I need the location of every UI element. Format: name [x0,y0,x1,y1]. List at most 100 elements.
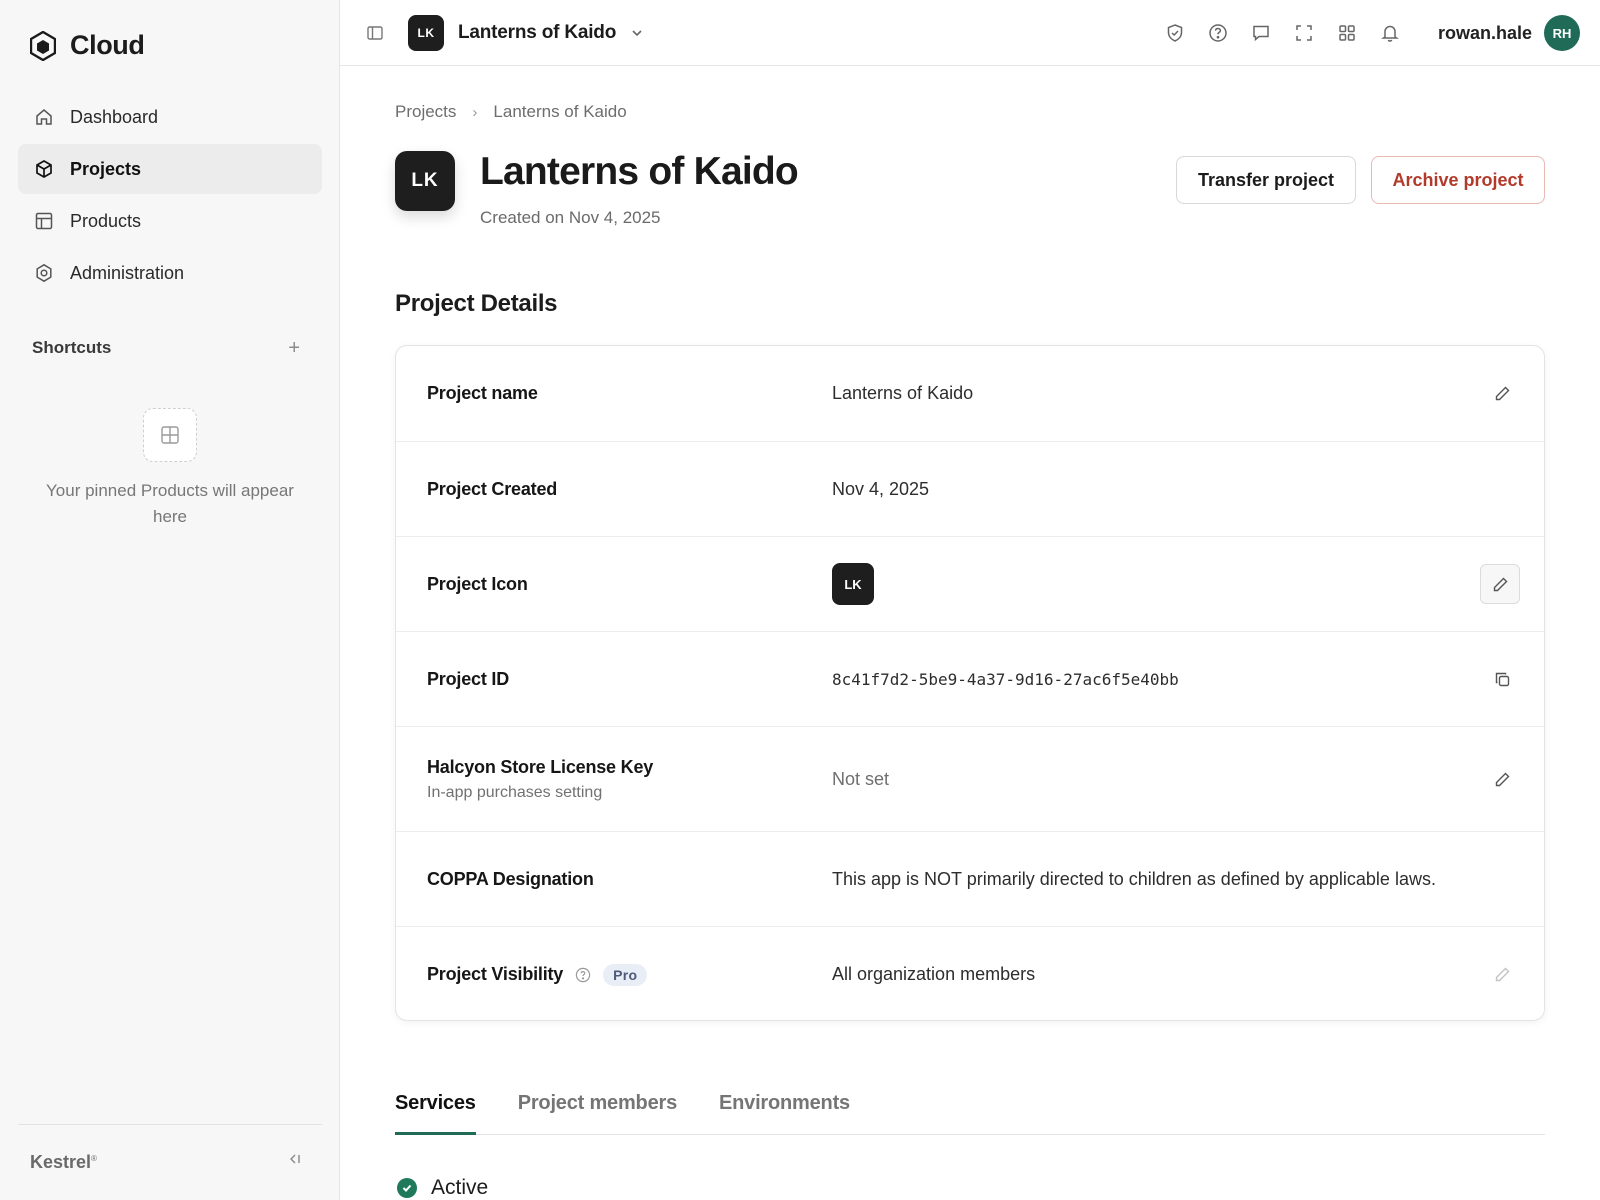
apps-button[interactable] [1336,22,1358,44]
breadcrumb: Projects › Lanterns of Kaido [395,102,627,122]
row-value: All organization members [832,964,1036,984]
sidebar-nav: Dashboard Projects Products Administrati… [18,92,322,300]
edit-project-icon-button[interactable] [1480,564,1520,604]
row-value: Lanterns of Kaido [832,383,974,403]
pencil-icon [1495,967,1509,982]
status-label: Active [431,1176,489,1199]
sidebar-item-dashboard[interactable]: Dashboard [18,92,322,142]
sidebar-item-projects[interactable]: Projects [18,144,322,194]
brand-name: Cloud [70,30,145,60]
gear-icon [36,263,52,283]
detail-row-project-id: Project ID 8c41f7d2-5be9-4a37-9d16-27ac6… [396,632,1544,727]
help-button[interactable] [1207,22,1229,44]
section-title: Project Details [395,290,558,317]
tab-project-members[interactable]: Project members [518,1086,677,1135]
layout-icon [35,212,53,230]
row-value: This app is NOT primarily directed to ch… [832,868,1436,889]
row-label: Project ID [427,668,510,689]
home-icon [36,109,52,125]
project-switcher[interactable]: LK Lanterns of Kaido [408,15,644,51]
security-button[interactable] [1164,22,1186,44]
row-label: Project Icon [427,573,528,594]
services-status: Active [397,1176,488,1200]
chevron-down-icon [632,30,642,37]
transfer-project-button[interactable]: Transfer project [1176,156,1356,204]
notifications-button[interactable] [1379,22,1401,44]
shortcuts-header: Shortcuts + [32,338,300,358]
row-value: Nov 4, 2025 [832,478,930,499]
row-label: Project Created [427,478,558,499]
row-label-text: Halcyon Store License Key [427,756,654,777]
edit-project-name-button[interactable] [1489,381,1515,407]
detail-row-project-created: Project Created Nov 4, 2025 [396,442,1544,537]
topbar-actions [1164,22,1401,44]
brand[interactable]: Cloud [30,30,145,61]
check-circle-icon [397,1178,417,1198]
row-value: Not set [832,768,890,789]
pro-badge: Pro [603,963,648,986]
chat-icon [1253,25,1269,42]
row-label: COPPA Designation [427,868,594,889]
pencil-icon [1493,577,1507,591]
page-title: Lanterns of Kaido [480,150,799,193]
toggle-sidebar-button[interactable] [366,24,384,47]
sidebar-item-products[interactable]: Products [18,196,322,246]
bell-icon [1381,25,1399,42]
footer-brand: Kestrel® [30,1152,97,1173]
feedback-button[interactable] [1250,22,1272,44]
archive-project-button[interactable]: Archive project [1371,156,1545,204]
shortcuts-title: Shortcuts [32,338,112,357]
shield-icon [1167,24,1183,42]
sidebar-item-label: Projects [70,158,142,179]
copy-project-id-button[interactable] [1489,666,1515,692]
fullscreen-icon [1296,25,1312,41]
detail-row-project-name: Project name Lanterns of Kaido [396,346,1544,442]
help-icon [1209,24,1227,42]
project-avatar: LK [395,151,455,211]
project-icon: LK [408,15,444,51]
project-tabs: Services Project members Environments [395,1086,1545,1135]
sidebar-item-label: Products [70,210,142,231]
avatar: RH [1544,15,1581,51]
row-label: Project Visibility Pro [427,963,648,986]
project-switcher-name: Lanterns of Kaido [458,22,617,43]
username: rowan.hale [1438,22,1533,43]
detail-row-coppa: COPPA Designation This app is NOT primar… [396,832,1544,927]
add-shortcut-button[interactable]: + [288,338,300,358]
fullscreen-button[interactable] [1293,22,1315,44]
tab-environments[interactable]: Environments [719,1086,850,1135]
tab-services[interactable]: Services [395,1086,476,1135]
registered-mark: ® [91,1154,97,1163]
collapse-sidebar-button[interactable] [288,1152,302,1169]
row-label: Project name [427,383,538,403]
page-subtitle: Created on Nov 4, 2025 [480,208,661,227]
row-value: LK [832,563,874,605]
row-label: Halcyon Store License Key In-app purchase… [427,757,653,802]
project-icon-preview: LK [832,563,874,605]
collapse-icon [290,1154,300,1164]
copy-icon [1495,672,1509,686]
breadcrumb-projects[interactable]: Projects [395,102,456,122]
pinned-empty-text: Your pinned Products will appear here [46,481,294,526]
row-sublabel: In-app purchases setting [427,783,603,801]
chevron-right-icon: › [472,103,478,121]
pinned-placeholder [143,408,197,462]
help-circle-icon[interactable] [575,967,591,983]
edit-license-key-button[interactable] [1489,766,1515,792]
sidebar-item-label: Administration [70,262,185,283]
user-menu[interactable]: rowan.hale RH [1438,15,1581,51]
sidebar-panel-icon [367,26,383,40]
sidebar-item-label: Dashboard [70,106,159,127]
detail-row-license-key: Halcyon Store License Key In-app purchase… [396,727,1544,832]
sidebar-item-administration[interactable]: Administration [18,248,322,298]
edit-visibility-button[interactable] [1489,962,1515,988]
detail-row-visibility: Project Visibility Pro All organization … [396,927,1544,1020]
apps-grid-icon [1339,25,1355,41]
topbar: LK Lanterns of Kaido rowan.hale RH [340,0,1600,66]
detail-row-project-icon: Project Icon LK [396,537,1544,632]
cube-icon [36,160,52,178]
pencil-icon [1495,386,1509,401]
grid-icon [161,426,179,444]
cloud-logo-icon [30,30,56,61]
breadcrumb-current: Lanterns of Kaido [493,102,627,121]
